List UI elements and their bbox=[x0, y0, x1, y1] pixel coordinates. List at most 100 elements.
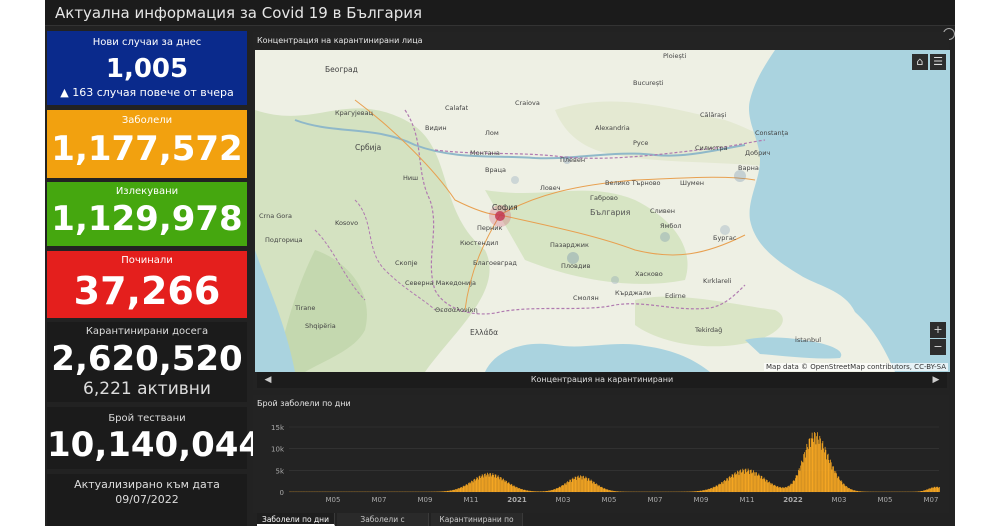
card-quarantined-value: 2,620,520 bbox=[51, 339, 243, 379]
daily-case-bar bbox=[766, 480, 768, 492]
card-recovered: Излекувани 1,129,978 bbox=[47, 182, 247, 246]
daily-case-bar bbox=[759, 478, 761, 492]
card-tested: Брой тествани 10,140,044 bbox=[47, 407, 262, 469]
daily-case-bar bbox=[526, 490, 528, 492]
daily-case-bar bbox=[838, 476, 840, 492]
y-tick-label: 5k bbox=[275, 467, 284, 475]
card-deaths: Починали 37,266 bbox=[47, 251, 247, 318]
daily-case-bar bbox=[835, 471, 837, 492]
daily-case-bar bbox=[747, 468, 749, 492]
daily-case-bar bbox=[752, 472, 754, 492]
daily-case-bar bbox=[824, 446, 826, 492]
svg-text:Подгорица: Подгорица bbox=[265, 236, 303, 244]
svg-text:Kosovo: Kosovo bbox=[335, 219, 358, 227]
y-tick-label: 10k bbox=[271, 446, 285, 454]
map-view[interactable]: Ploiești București Craiova Alexandria Că… bbox=[255, 50, 950, 372]
daily-case-bar bbox=[800, 465, 802, 492]
map-panel: Концентрация на карантинирани лица Ploie… bbox=[253, 32, 950, 390]
daily-case-bar bbox=[691, 491, 693, 492]
daily-case-bar bbox=[769, 481, 770, 492]
daily-case-bar bbox=[925, 490, 927, 492]
daily-case-bar bbox=[929, 488, 930, 492]
daily-case-bar bbox=[833, 470, 835, 492]
daily-case-bar bbox=[516, 486, 517, 492]
daily-case-bar bbox=[583, 475, 584, 492]
daily-case-bar bbox=[489, 473, 491, 492]
daily-case-bar bbox=[593, 481, 594, 492]
chevron-right-icon[interactable]: ▶ bbox=[929, 372, 943, 388]
daily-case-bar bbox=[713, 486, 715, 492]
daily-case-bar bbox=[727, 478, 728, 492]
daily-case-bar bbox=[788, 485, 789, 492]
daily-case-bar bbox=[551, 489, 552, 492]
tab-cumulative-cases[interactable]: Заболели с натрупване bbox=[337, 513, 429, 526]
daily-case-bar bbox=[588, 478, 590, 492]
daily-case-bar bbox=[699, 490, 701, 492]
daily-case-bar bbox=[859, 491, 861, 492]
daily-case-bar bbox=[847, 488, 849, 492]
daily-case-bar bbox=[733, 477, 735, 492]
svg-text:Constanța: Constanța bbox=[755, 129, 788, 138]
daily-case-bar bbox=[936, 486, 938, 492]
daily-case-bar bbox=[519, 488, 521, 492]
daily-case-bar bbox=[504, 482, 506, 492]
daily-case-bar bbox=[705, 489, 706, 492]
daily-case-bar bbox=[692, 491, 693, 492]
daily-case-bar bbox=[562, 485, 564, 492]
daily-case-bar bbox=[499, 479, 501, 492]
daily-case-bar bbox=[490, 476, 492, 492]
map-attribution: Map data © OpenStreetMap contributors, C… bbox=[763, 363, 948, 371]
daily-case-bar bbox=[862, 491, 863, 492]
svg-text:Варна: Варна bbox=[738, 164, 759, 172]
chevron-left-icon[interactable]: ◀ bbox=[261, 372, 275, 388]
daily-case-bar bbox=[802, 462, 804, 492]
daily-case-bar bbox=[812, 438, 814, 492]
daily-case-bar bbox=[732, 474, 734, 492]
daily-case-bar bbox=[737, 471, 739, 492]
zoom-in-button[interactable]: + bbox=[930, 322, 946, 338]
daily-case-bar bbox=[508, 482, 510, 492]
card-quarantined-label: Карантинирани досега bbox=[85, 326, 209, 337]
daily-case-bar bbox=[471, 480, 472, 492]
daily-case-bar bbox=[463, 485, 465, 492]
daily-case-bar bbox=[575, 477, 577, 492]
daily-case-bar bbox=[592, 483, 594, 492]
daily-case-bar bbox=[720, 483, 722, 492]
daily-case-bar bbox=[919, 491, 921, 492]
svg-text:Добрич: Добрич bbox=[745, 149, 770, 157]
daily-case-bar bbox=[815, 444, 817, 492]
daily-case-bar bbox=[922, 490, 924, 492]
daily-case-bar bbox=[792, 481, 794, 492]
tab-daily-quarantined[interactable]: Карантинирани по дни bbox=[431, 513, 523, 526]
daily-case-bar bbox=[840, 480, 842, 492]
daily-case-bar bbox=[487, 472, 488, 492]
card-quarantined-active: 6,221 активни bbox=[83, 379, 211, 399]
daily-case-bar bbox=[801, 460, 802, 492]
svg-text:Кърджали: Кърджали bbox=[615, 289, 651, 297]
daily-case-bar bbox=[569, 479, 571, 492]
daily-case-bar bbox=[590, 479, 592, 492]
zoom-out-button[interactable]: − bbox=[930, 339, 946, 355]
daily-case-bar bbox=[750, 469, 752, 492]
daily-case-bar bbox=[475, 479, 477, 492]
home-button[interactable]: ⌂ bbox=[912, 54, 928, 70]
daily-case-bar bbox=[934, 486, 936, 492]
daily-case-bar bbox=[483, 477, 485, 492]
svg-text:Хасково: Хасково bbox=[635, 270, 663, 278]
daily-case-bar bbox=[750, 469, 751, 492]
daily-case-bar bbox=[788, 486, 790, 492]
daily-case-bar bbox=[715, 485, 717, 492]
daily-case-bar bbox=[549, 490, 551, 492]
card-updated: Актуализирано към дата 09/07/2022 bbox=[47, 474, 247, 526]
daily-case-bar bbox=[587, 478, 589, 492]
daily-case-bar bbox=[514, 486, 516, 492]
daily-case-bar bbox=[546, 491, 548, 492]
daily-case-bar bbox=[857, 491, 859, 492]
legend-list-icon[interactable]: ☰ bbox=[930, 54, 946, 70]
daily-case-bar bbox=[856, 490, 858, 492]
tab-daily-cases[interactable]: Заболели по дни bbox=[257, 513, 335, 526]
daily-case-bar bbox=[930, 488, 932, 492]
daily-case-bar bbox=[605, 489, 607, 492]
daily-case-bar bbox=[577, 476, 578, 492]
daily-case-bar bbox=[612, 490, 613, 492]
